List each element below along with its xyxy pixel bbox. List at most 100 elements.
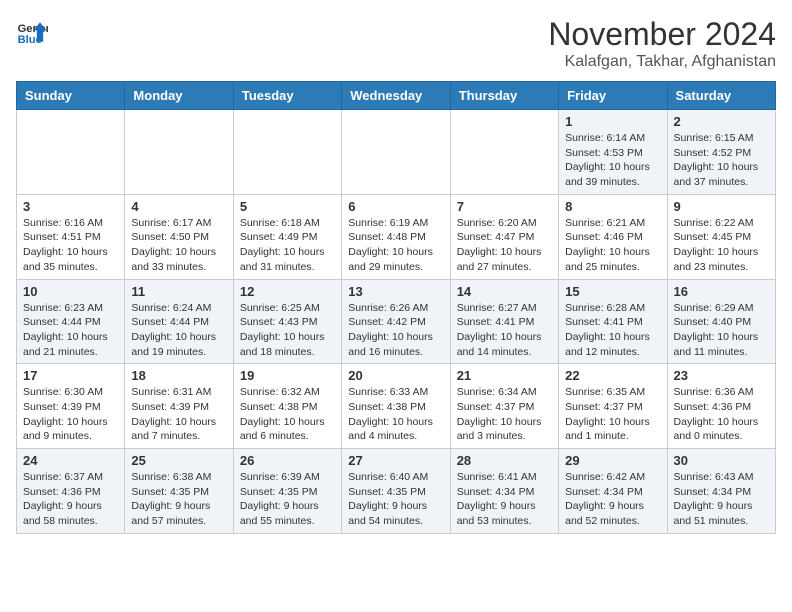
day-number: 8 bbox=[565, 199, 660, 214]
calendar-day-7: 7 Sunrise: 6:20 AMSunset: 4:47 PMDaylight… bbox=[450, 194, 558, 279]
location-title: Kalafgan, Takhar, Afghanistan bbox=[548, 53, 776, 71]
day-number: 27 bbox=[348, 453, 443, 468]
day-info: Sunrise: 6:24 AMSunset: 4:44 PMDaylight:… bbox=[131, 301, 226, 360]
day-number: 12 bbox=[240, 284, 335, 299]
day-number: 4 bbox=[131, 199, 226, 214]
day-number: 14 bbox=[457, 284, 552, 299]
day-number: 24 bbox=[23, 453, 118, 468]
weekday-header-saturday: Saturday bbox=[667, 82, 775, 110]
day-info: Sunrise: 6:37 AMSunset: 4:36 PMDaylight:… bbox=[23, 470, 118, 529]
calendar-week-row: 10Sunrise: 6:23 AMSunset: 4:44 PMDayligh… bbox=[17, 279, 776, 364]
day-info: Sunrise: 6:33 AMSunset: 4:38 PMDaylight:… bbox=[348, 385, 443, 444]
month-title: November 2024 bbox=[548, 16, 776, 53]
weekday-header-sunday: Sunday bbox=[17, 82, 125, 110]
day-number: 11 bbox=[131, 284, 226, 299]
day-number: 28 bbox=[457, 453, 552, 468]
calendar-day-29: 29Sunrise: 6:42 AMSunset: 4:34 PMDayligh… bbox=[559, 449, 667, 534]
day-number: 22 bbox=[565, 368, 660, 383]
day-number: 2 bbox=[674, 114, 769, 129]
calendar-day-10: 10Sunrise: 6:23 AMSunset: 4:44 PMDayligh… bbox=[17, 279, 125, 364]
calendar-day-12: 12 Sunrise: 6:25 AMSunset: 4:43 PMDayligh… bbox=[233, 279, 341, 364]
logo-icon: General Blue bbox=[16, 16, 48, 48]
day-info: Sunrise: 6:34 AMSunset: 4:37 PMDaylight:… bbox=[457, 385, 552, 444]
calendar-day-28: 28 Sunrise: 6:41 AMSunset: 4:34 PMDayligh… bbox=[450, 449, 558, 534]
day-info: Sunrise: 6:19 AMSunset: 4:48 PMDaylight:… bbox=[348, 216, 443, 275]
day-info: Sunrise: 6:17 AMSunset: 4:50 PMDaylight:… bbox=[131, 216, 226, 275]
calendar-day-17: 17Sunrise: 6:30 AMSunset: 4:39 PMDayligh… bbox=[17, 364, 125, 449]
day-info: Sunrise: 6:31 AMSunset: 4:39 PMDaylight:… bbox=[131, 385, 226, 444]
day-number: 3 bbox=[23, 199, 118, 214]
day-number: 25 bbox=[131, 453, 226, 468]
calendar-day-20: 20 Sunrise: 6:33 AMSunset: 4:38 PMDayligh… bbox=[342, 364, 450, 449]
day-number: 9 bbox=[674, 199, 769, 214]
empty-day-cell bbox=[342, 110, 450, 195]
day-number: 13 bbox=[348, 284, 443, 299]
day-info: Sunrise: 6:40 AMSunset: 4:35 PMDaylight:… bbox=[348, 470, 443, 529]
calendar-day-4: 4 Sunrise: 6:17 AMSunset: 4:50 PMDaylight… bbox=[125, 194, 233, 279]
day-info: Sunrise: 6:21 AMSunset: 4:46 PMDaylight:… bbox=[565, 216, 660, 275]
day-info: Sunrise: 6:29 AMSunset: 4:40 PMDaylight:… bbox=[674, 301, 769, 360]
day-info: Sunrise: 6:23 AMSunset: 4:44 PMDaylight:… bbox=[23, 301, 118, 360]
calendar-week-row: 1 Sunrise: 6:14 AMSunset: 4:53 PMDaylight… bbox=[17, 110, 776, 195]
day-info: Sunrise: 6:43 AMSunset: 4:34 PMDaylight:… bbox=[674, 470, 769, 529]
calendar-day-6: 6 Sunrise: 6:19 AMSunset: 4:48 PMDaylight… bbox=[342, 194, 450, 279]
day-info: Sunrise: 6:27 AMSunset: 4:41 PMDaylight:… bbox=[457, 301, 552, 360]
calendar-day-14: 14 Sunrise: 6:27 AMSunset: 4:41 PMDayligh… bbox=[450, 279, 558, 364]
logo: General Blue bbox=[16, 16, 48, 48]
empty-day-cell bbox=[125, 110, 233, 195]
day-info: Sunrise: 6:26 AMSunset: 4:42 PMDaylight:… bbox=[348, 301, 443, 360]
calendar-day-22: 22Sunrise: 6:35 AMSunset: 4:37 PMDayligh… bbox=[559, 364, 667, 449]
day-info: Sunrise: 6:36 AMSunset: 4:36 PMDaylight:… bbox=[674, 385, 769, 444]
weekday-header-friday: Friday bbox=[559, 82, 667, 110]
empty-day-cell bbox=[450, 110, 558, 195]
calendar-day-15: 15 Sunrise: 6:28 AMSunset: 4:41 PMDayligh… bbox=[559, 279, 667, 364]
calendar-day-23: 23 Sunrise: 6:36 AMSunset: 4:36 PMDayligh… bbox=[667, 364, 775, 449]
day-number: 29 bbox=[565, 453, 660, 468]
day-info: Sunrise: 6:38 AMSunset: 4:35 PMDaylight:… bbox=[131, 470, 226, 529]
title-block: November 2024 Kalafgan, Takhar, Afghanis… bbox=[548, 16, 776, 71]
weekday-header-thursday: Thursday bbox=[450, 82, 558, 110]
day-number: 19 bbox=[240, 368, 335, 383]
calendar-day-18: 18Sunrise: 6:31 AMSunset: 4:39 PMDayligh… bbox=[125, 364, 233, 449]
weekday-header-monday: Monday bbox=[125, 82, 233, 110]
day-number: 30 bbox=[674, 453, 769, 468]
day-info: Sunrise: 6:30 AMSunset: 4:39 PMDaylight:… bbox=[23, 385, 118, 444]
calendar-week-row: 3 Sunrise: 6:16 AMSunset: 4:51 PMDaylight… bbox=[17, 194, 776, 279]
day-number: 5 bbox=[240, 199, 335, 214]
calendar-day-5: 5 Sunrise: 6:18 AMSunset: 4:49 PMDaylight… bbox=[233, 194, 341, 279]
calendar-day-27: 27 Sunrise: 6:40 AMSunset: 4:35 PMDayligh… bbox=[342, 449, 450, 534]
calendar-day-1: 1 Sunrise: 6:14 AMSunset: 4:53 PMDaylight… bbox=[559, 110, 667, 195]
day-number: 15 bbox=[565, 284, 660, 299]
calendar-day-9: 9 Sunrise: 6:22 AMSunset: 4:45 PMDaylight… bbox=[667, 194, 775, 279]
calendar-day-30: 30 Sunrise: 6:43 AMSunset: 4:34 PMDayligh… bbox=[667, 449, 775, 534]
day-info: Sunrise: 6:28 AMSunset: 4:41 PMDaylight:… bbox=[565, 301, 660, 360]
day-info: Sunrise: 6:41 AMSunset: 4:34 PMDaylight:… bbox=[457, 470, 552, 529]
calendar-week-row: 17Sunrise: 6:30 AMSunset: 4:39 PMDayligh… bbox=[17, 364, 776, 449]
calendar-day-11: 11 Sunrise: 6:24 AMSunset: 4:44 PMDayligh… bbox=[125, 279, 233, 364]
day-number: 20 bbox=[348, 368, 443, 383]
calendar-day-16: 16 Sunrise: 6:29 AMSunset: 4:40 PMDayligh… bbox=[667, 279, 775, 364]
calendar-day-8: 8 Sunrise: 6:21 AMSunset: 4:46 PMDaylight… bbox=[559, 194, 667, 279]
day-number: 1 bbox=[565, 114, 660, 129]
calendar-day-2: 2Sunrise: 6:15 AMSunset: 4:52 PMDaylight… bbox=[667, 110, 775, 195]
calendar-day-19: 19 Sunrise: 6:32 AMSunset: 4:38 PMDayligh… bbox=[233, 364, 341, 449]
day-info: Sunrise: 6:20 AMSunset: 4:47 PMDaylight:… bbox=[457, 216, 552, 275]
day-number: 6 bbox=[348, 199, 443, 214]
weekday-header-tuesday: Tuesday bbox=[233, 82, 341, 110]
day-info: Sunrise: 6:39 AMSunset: 4:35 PMDaylight:… bbox=[240, 470, 335, 529]
day-info: Sunrise: 6:18 AMSunset: 4:49 PMDaylight:… bbox=[240, 216, 335, 275]
day-number: 7 bbox=[457, 199, 552, 214]
day-info: Sunrise: 6:32 AMSunset: 4:38 PMDaylight:… bbox=[240, 385, 335, 444]
calendar-table: SundayMondayTuesdayWednesdayThursdayFrid… bbox=[16, 81, 776, 534]
calendar-day-26: 26 Sunrise: 6:39 AMSunset: 4:35 PMDayligh… bbox=[233, 449, 341, 534]
empty-day-cell bbox=[233, 110, 341, 195]
calendar-day-3: 3 Sunrise: 6:16 AMSunset: 4:51 PMDaylight… bbox=[17, 194, 125, 279]
day-info: Sunrise: 6:14 AMSunset: 4:53 PMDaylight:… bbox=[565, 131, 660, 190]
day-info: Sunrise: 6:25 AMSunset: 4:43 PMDaylight:… bbox=[240, 301, 335, 360]
calendar-day-21: 21Sunrise: 6:34 AMSunset: 4:37 PMDayligh… bbox=[450, 364, 558, 449]
day-number: 23 bbox=[674, 368, 769, 383]
day-info: Sunrise: 6:22 AMSunset: 4:45 PMDaylight:… bbox=[674, 216, 769, 275]
day-number: 16 bbox=[674, 284, 769, 299]
day-number: 26 bbox=[240, 453, 335, 468]
day-info: Sunrise: 6:16 AMSunset: 4:51 PMDaylight:… bbox=[23, 216, 118, 275]
